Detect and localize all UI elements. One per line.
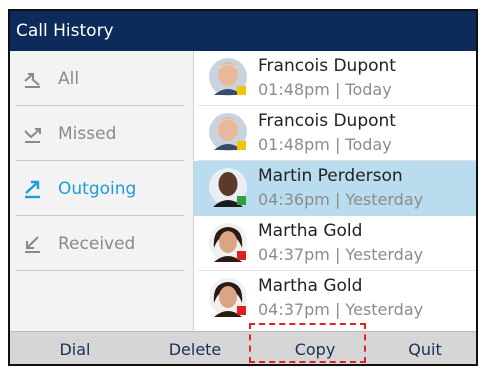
call-time: 04:37pm | Yesterday	[258, 245, 424, 264]
sidebar-item-label: Missed	[58, 123, 117, 144]
contact-name: Martha Gold	[258, 276, 363, 296]
call-time: 01:48pm | Today	[258, 135, 392, 154]
contact-name: Francois Dupont	[258, 111, 396, 131]
sidebar-item-outgoing[interactable]: Outgoing	[10, 161, 194, 216]
call-entry[interactable]: Martha Gold 04:37pm | Yesterday	[194, 271, 476, 326]
all-calls-icon	[24, 72, 40, 88]
sidebar-item-received[interactable]: Received	[10, 216, 194, 271]
contact-name: Martin Perderson	[258, 166, 403, 186]
call-entry[interactable]: Francois Dupont 01:48pm | Today	[194, 51, 476, 106]
status-indicator	[237, 196, 246, 205]
call-time: 04:36pm | Yesterday	[258, 190, 424, 209]
status-indicator	[237, 86, 246, 95]
sidebar-item-label: All	[58, 68, 80, 89]
contact-name: Martha Gold	[258, 221, 363, 241]
contact-avatar	[209, 223, 247, 262]
copy-button[interactable]: Copy	[275, 332, 355, 364]
status-indicator	[237, 306, 246, 315]
contact-avatar	[209, 168, 247, 207]
status-indicator	[237, 141, 246, 150]
contact-avatar	[209, 278, 247, 317]
call-history-list: Francois Dupont 01:48pm | Today Francois…	[194, 51, 476, 331]
quit-button[interactable]: Quit	[395, 332, 455, 364]
divider	[16, 270, 184, 271]
contact-avatar	[209, 58, 247, 96]
sidebar-item-label: Outgoing	[58, 178, 137, 199]
delete-button[interactable]: Delete	[155, 332, 235, 364]
page-title: Call History	[10, 11, 476, 51]
dial-button[interactable]: Dial	[40, 332, 110, 364]
received-call-icon	[25, 235, 40, 253]
sidebar-item-missed[interactable]: Missed	[10, 106, 194, 161]
status-indicator	[237, 251, 246, 260]
call-entry[interactable]: Francois Dupont 01:48pm | Today	[194, 106, 476, 161]
call-time: 04:37pm | Yesterday	[258, 300, 424, 319]
sidebar-item-all[interactable]: All	[10, 51, 194, 106]
contact-avatar	[209, 113, 247, 151]
sidebar-item-label: Received	[58, 233, 136, 254]
outgoing-call-icon	[25, 180, 40, 198]
phone-screen: Call History All Missed Outgoing Receive…	[8, 9, 478, 366]
call-filter-sidebar: All Missed Outgoing Received	[10, 51, 194, 331]
call-entry[interactable]: Martha Gold 04:37pm | Yesterday	[194, 216, 476, 271]
softkey-bar: Dial Delete Copy Quit	[10, 331, 476, 364]
call-entry-selected[interactable]: Martin Perderson 04:36pm | Yesterday	[194, 161, 476, 216]
call-time: 01:48pm | Today	[258, 80, 392, 99]
contact-name: Francois Dupont	[258, 56, 396, 76]
missed-call-icon	[24, 127, 41, 143]
